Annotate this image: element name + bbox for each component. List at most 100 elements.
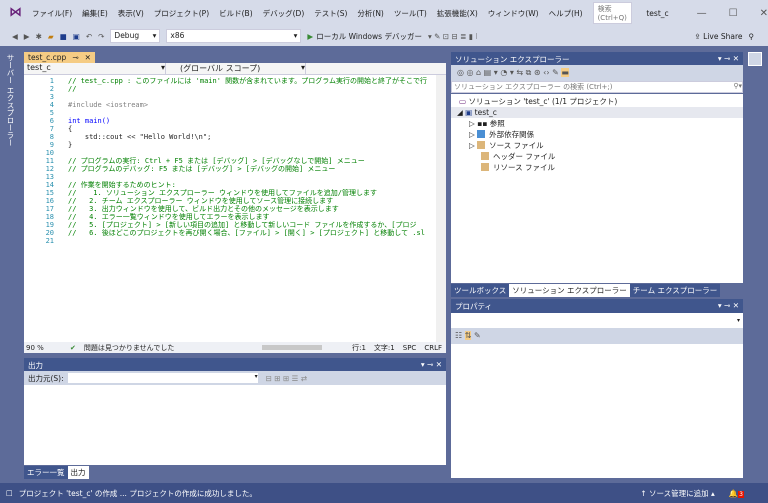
code-line: 19 // 5. [プロジェクト] > [新しい項目の追加] と移動して新しいコー… — [24, 221, 446, 229]
menu-item[interactable]: ツール(T) — [394, 8, 427, 19]
properties-object-select[interactable]: ▾ — [451, 313, 743, 328]
menu-item[interactable]: ウィンドウ(W) — [488, 8, 539, 19]
menu-item[interactable]: ヘルプ(H) — [549, 8, 583, 19]
menu-item[interactable]: 表示(V) — [118, 8, 144, 19]
search-input[interactable]: 検索 (Ctrl+Q) — [592, 2, 633, 24]
platform-select[interactable]: x86 ▾ — [166, 29, 302, 43]
solution-search-input[interactable]: ソリューション エクスプローラー の検索 (Ctrl+;) ⚲▾ — [451, 81, 743, 93]
horizontal-scrollbar[interactable] — [261, 345, 322, 350]
open-icon[interactable]: ▰ — [48, 32, 54, 41]
save-icon[interactable]: ■ — [60, 32, 67, 41]
output-content[interactable] — [24, 385, 446, 465]
menu-item[interactable]: テスト(S) — [314, 8, 347, 19]
line-number: 3 — [49, 93, 54, 101]
line-number: 11 — [45, 157, 54, 165]
back-icon[interactable]: ◀ — [12, 32, 18, 41]
tree-resource-files[interactable]: リソース ファイル — [451, 162, 743, 173]
tool-icon[interactable]: ▾ ✎ ⊡ ⊟ ≣ ▮ ⁝ — [428, 32, 478, 41]
tree-project[interactable]: ◢ ▣ test_c — [451, 107, 743, 118]
output-title: 出力 — [28, 361, 43, 370]
tab-toolbox[interactable]: ツールボックス — [451, 284, 510, 297]
undo-icon[interactable]: ↶ — [86, 32, 92, 41]
live-share-button[interactable]: ⇪ Live Share — [694, 32, 742, 41]
minimize-button[interactable]: — — [697, 8, 707, 19]
code-text: // プログラムの実行: Ctrl + F5 または [デバッグ] > [デバッ… — [68, 157, 365, 165]
output-tools-icon[interactable]: ⊟ ⊞ ⊞ ☰ ⇄ — [266, 374, 307, 383]
redo-icon[interactable]: ↷ — [98, 32, 104, 41]
config-select[interactable]: Debug ▾ — [110, 29, 161, 43]
diagnostics-tab-icon[interactable] — [748, 52, 762, 66]
panel-controls-icon[interactable]: ▾ ⊸ ✕ — [718, 54, 739, 65]
output-source-select[interactable]: ▾ — [67, 373, 258, 383]
scope-combo[interactable]: (グローバル スコープ) ▾ — [166, 63, 306, 74]
code-line: 16 // 2. チーム エクスプローラー ウィンドウを使用してソース管理に接続し… — [24, 197, 446, 205]
code-line: 11 // プログラムの実行: Ctrl + F5 または [デバッグ] > [デ… — [24, 157, 446, 165]
line-indicator: 行:1 — [352, 343, 366, 352]
code-text: // 2. チーム エクスプローラー ウィンドウを使用してソース管理に接続します — [68, 197, 334, 205]
line-number: 10 — [45, 149, 54, 157]
forward-icon[interactable]: ▶ — [24, 32, 30, 41]
tab-test-c-cpp[interactable]: test_c.cpp ⊸ ✕ — [24, 52, 95, 63]
menu-item[interactable]: ファイル(F) — [32, 8, 72, 19]
code-text: { — [68, 125, 73, 133]
code-editor[interactable]: 1 // test_c.cpp : このファイルには 'main' 関数が含まれて… — [24, 75, 446, 342]
line-number: 1 — [49, 77, 54, 85]
tab-solution-explorer[interactable]: ソリューション エクスプローラー — [509, 284, 630, 297]
code-line: 21 — [24, 237, 446, 245]
pin-icon[interactable]: ⊸ — [72, 53, 78, 62]
code-text: // 5. [プロジェクト] > [新しい項目の追加] と移動して新しいコード … — [68, 221, 417, 229]
spc-indicator: SPC — [402, 343, 417, 352]
close-tab-icon[interactable]: ✕ — [85, 53, 91, 62]
panel-controls-icon[interactable]: ▾ ⊸ ✕ — [718, 301, 739, 312]
search-placeholder: ソリューション エクスプローラー の検索 (Ctrl+;) — [454, 83, 613, 91]
tree-label: ヘッダー ファイル — [493, 152, 556, 161]
properties-toolbar[interactable]: ☷ ⇅ ✎ — [451, 328, 743, 344]
solution-explorer-toolbar[interactable]: ◎ ◎ ⌂ ▤ ▾ ◔ ▾ ⇆ ⧉ ⊛ ‹› ✎ ▬ — [451, 65, 743, 81]
code-line: 5 — [24, 109, 446, 117]
code-line: 10 — [24, 149, 446, 157]
server-explorer-tab[interactable]: サーバー エクスプローラー — [5, 54, 16, 146]
project-combo[interactable]: test_c ▾ — [24, 63, 166, 74]
project-name: test_c — [646, 8, 669, 18]
source-control-button[interactable]: ↑ ソース管理に追加 ▴ — [640, 488, 714, 499]
menu-item[interactable]: 分析(N) — [357, 8, 383, 19]
code-line: 13 — [24, 173, 446, 181]
tree-header-files[interactable]: ヘッダー ファイル — [451, 151, 743, 162]
menu-item[interactable]: 拡張機能(X) — [437, 8, 478, 19]
tree-source-files[interactable]: ▷ ソース ファイル — [451, 140, 743, 151]
tree-solution[interactable]: ▭ ソリューション 'test_c' (1/1 プロジェクト) — [451, 96, 743, 107]
line-number: 14 — [45, 181, 54, 189]
menu-item[interactable]: プロジェクト(P) — [154, 8, 209, 19]
line-number: 4 — [49, 101, 54, 109]
new-project-icon[interactable]: ✱ — [36, 32, 42, 41]
tree-external-deps[interactable]: ▷ 外部依存関係 — [451, 129, 743, 140]
title-bar: ⋈ ファイル(F) 編集(E) 表示(V) プロジェクト(P) ビルド(B) デバッグ(D… — [0, 0, 768, 26]
close-button[interactable]: ✕ — [760, 8, 768, 19]
code-line: 20 // 6. 後ほどこのプロジェクトを再び開く場合、[ファイル] > [開く]… — [24, 229, 446, 237]
run-icon[interactable]: ▶ — [307, 32, 313, 41]
feedback-icon[interactable]: ⚲ — [749, 32, 755, 41]
notifications-icon[interactable]: 🔔3 — [729, 489, 744, 498]
line-number: 15 — [45, 189, 54, 197]
code-line: 7{ — [24, 125, 446, 133]
output-tabs: エラー一覧 出力 — [24, 466, 89, 479]
line-number: 9 — [49, 141, 54, 149]
maximize-button[interactable]: ☐ — [729, 8, 738, 19]
line-number: 18 — [45, 213, 54, 221]
code-text: } — [68, 141, 73, 149]
status-bar: ☐ プロジェクト 'test_c' の作成 ... プロジェクトの作成に成功しま… — [0, 483, 768, 503]
code-line: 1 // test_c.cpp : このファイルには 'main' 関数が含まれて… — [24, 77, 446, 85]
run-button[interactable]: ローカル Windows デバッガー — [316, 31, 422, 42]
vertical-scrollbar[interactable] — [436, 75, 446, 342]
panel-controls-icon[interactable]: ▾ ⊸ ✕ — [421, 360, 442, 371]
menu-item[interactable]: ビルド(B) — [219, 8, 253, 19]
tab-error-list[interactable]: エラー一覧 — [24, 466, 68, 479]
tree-references[interactable]: ▷ ▪▪ 参照 — [451, 118, 743, 129]
line-number: 12 — [45, 165, 54, 173]
tab-output[interactable]: 出力 — [67, 466, 89, 479]
menu-item[interactable]: 編集(E) — [82, 8, 108, 19]
tab-team-explorer[interactable]: チーム エクスプローラー — [629, 284, 721, 297]
zoom-select[interactable]: 90 % — [26, 344, 62, 352]
save-all-icon[interactable]: ▣ — [73, 32, 80, 41]
menu-item[interactable]: デバッグ(D) — [263, 8, 305, 19]
